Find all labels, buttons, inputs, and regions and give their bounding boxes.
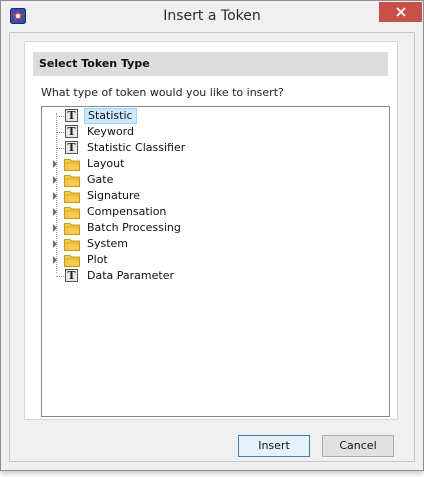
tree-item-keyword[interactable]: T Keyword <box>42 124 342 140</box>
tree-connector <box>56 276 64 277</box>
token-type-tree[interactable]: T Statistic T Keyword T Statistic Classi… <box>41 106 390 417</box>
expand-arrow-icon[interactable] <box>53 192 57 200</box>
tree-item-data-parameter[interactable]: T Data Parameter <box>42 268 342 284</box>
tree-item-label: Layout <box>87 157 125 170</box>
tree-connector <box>56 148 64 149</box>
title-bar[interactable]: Insert a Token <box>1 1 423 31</box>
expand-arrow-icon[interactable] <box>53 160 57 168</box>
expand-arrow-icon[interactable] <box>53 208 57 216</box>
tree-item-label: System <box>87 237 129 250</box>
tree-item-compensation[interactable]: Compensation <box>42 204 342 220</box>
folder-icon <box>64 191 80 203</box>
insert-token-dialog: Insert a Token Select Token Type What ty… <box>0 0 424 471</box>
tree-item-label: Statistic <box>84 108 137 124</box>
tree-item-label: Gate <box>87 173 114 186</box>
tree-item-label: Data Parameter <box>87 269 174 282</box>
window-title: Insert a Token <box>163 8 261 24</box>
expand-arrow-icon[interactable] <box>53 176 57 184</box>
tree-item-label: Keyword <box>87 125 134 138</box>
tree-item-layout[interactable]: Layout <box>42 156 342 172</box>
tree-item-system[interactable]: System <box>42 236 342 252</box>
tree-item-label: Batch Processing <box>87 221 181 234</box>
tree-item-gate[interactable]: Gate <box>42 172 342 188</box>
token-icon: T <box>65 109 78 122</box>
tree-item-signature[interactable]: Signature <box>42 188 342 204</box>
dialog-content: Select Token Type What type of token wou… <box>9 32 415 462</box>
cancel-button[interactable]: Cancel <box>322 435 394 457</box>
insert-button[interactable]: Insert <box>238 435 310 457</box>
folder-icon <box>64 207 80 219</box>
token-icon: T <box>65 141 78 154</box>
tree-connector <box>56 116 64 117</box>
group-header: Select Token Type <box>33 52 388 76</box>
tree-connector <box>56 132 64 133</box>
folder-icon <box>64 159 80 171</box>
token-icon: T <box>65 125 78 138</box>
token-icon: T <box>65 269 78 282</box>
expand-arrow-icon[interactable] <box>53 256 57 264</box>
tree-item-batch-processing[interactable]: Batch Processing <box>42 220 342 236</box>
tree-item-label: Statistic Classifier <box>87 141 186 154</box>
tree-item-statistic[interactable]: T Statistic <box>42 108 342 124</box>
tree-item-label: Plot <box>87 253 108 266</box>
folder-icon <box>64 239 80 251</box>
folder-icon <box>64 223 80 235</box>
tree-item-statistic-classifier[interactable]: T Statistic Classifier <box>42 140 342 156</box>
folder-icon <box>64 255 80 267</box>
tree-item-label: Signature <box>87 189 141 202</box>
question-label: What type of token would you like to ins… <box>41 86 284 99</box>
folder-icon <box>64 175 80 187</box>
tree-item-plot[interactable]: Plot <box>42 252 342 268</box>
tree-item-label: Compensation <box>87 205 167 218</box>
group-header-label: Select Token Type <box>39 57 150 70</box>
close-button[interactable] <box>379 2 422 22</box>
token-type-group: Select Token Type What type of token wou… <box>24 41 398 420</box>
close-icon <box>395 7 406 17</box>
expand-arrow-icon[interactable] <box>53 240 57 248</box>
expand-arrow-icon[interactable] <box>53 224 57 232</box>
